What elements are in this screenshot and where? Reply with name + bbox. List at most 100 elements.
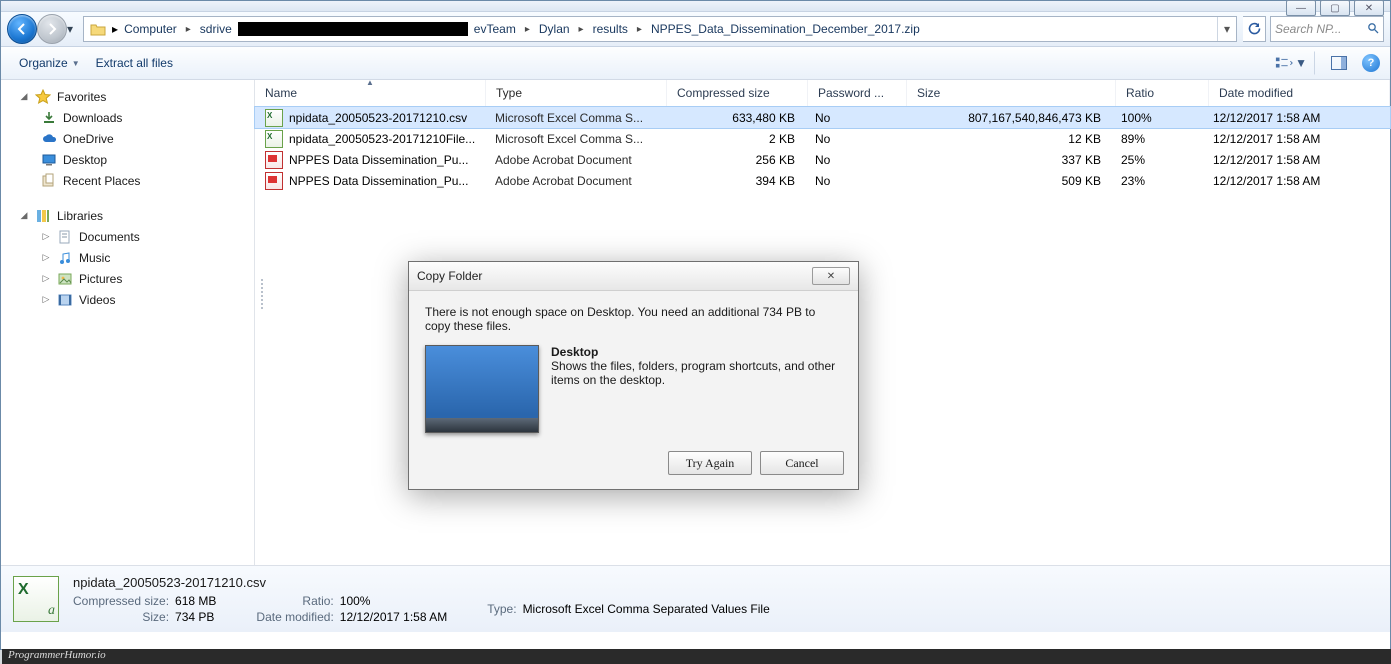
file-size: 807,167,540,846,473 KB	[903, 111, 1111, 125]
file-row[interactable]: NPPES Data Dissemination_Pu...Adobe Acro…	[255, 149, 1390, 170]
navigation-pane[interactable]: ◢ Favorites Downloads OneDrive Desktop R…	[1, 80, 255, 565]
star-icon	[35, 89, 51, 105]
nav-item-label: Recent Places	[63, 174, 140, 188]
pdf-icon	[265, 151, 283, 169]
csize-val: 618 MB	[175, 594, 216, 608]
close-button[interactable]: ✕	[1354, 0, 1384, 16]
nav-downloads[interactable]: Downloads	[1, 107, 254, 128]
desktop-icon	[41, 152, 57, 168]
dialog-titlebar[interactable]: Copy Folder ✕	[409, 262, 858, 291]
col-ratio[interactable]: Ratio	[1116, 80, 1209, 106]
file-date: 12/12/2017 1:58 AM	[1203, 111, 1383, 125]
titlebar[interactable]: — ▢ ✕	[1, 1, 1390, 12]
details-pane: npidata_20050523-20171210.csv Compressed…	[1, 565, 1390, 632]
crumb-evteam[interactable]: evTeam	[468, 17, 522, 41]
crumb-computer[interactable]: Computer	[118, 17, 183, 41]
collapse-icon[interactable]: ◢	[19, 210, 29, 221]
breadcrumb-bar[interactable]: ▸ Computer▸ sdrive evTeam▸ Dylan▸ result…	[83, 16, 1237, 42]
search-input[interactable]: Search NP...	[1270, 16, 1384, 42]
collapse-icon[interactable]: ◢	[19, 91, 29, 102]
chevron-right-icon[interactable]: ▸	[183, 24, 194, 35]
file-csize: 256 KB	[665, 153, 805, 167]
nav-onedrive[interactable]: OneDrive	[1, 128, 254, 149]
dest-name: Desktop	[551, 345, 842, 359]
csize-key: Compressed size:	[73, 594, 169, 608]
desktop-thumbnail	[425, 345, 539, 433]
expand-icon[interactable]: ▷	[41, 273, 51, 284]
nav-item-label: Documents	[79, 230, 140, 244]
nav-recent[interactable]: Recent Places	[1, 170, 254, 191]
file-size: 12 KB	[903, 132, 1111, 146]
download-icon	[41, 110, 57, 126]
pane-splitter[interactable]	[259, 79, 265, 564]
crumb-dylan[interactable]: Dylan	[533, 17, 576, 41]
address-dropdown[interactable]: ▾	[1217, 17, 1236, 41]
nav-item-label: Downloads	[63, 111, 122, 125]
organize-menu[interactable]: Organize ▼	[11, 52, 88, 74]
extract-all-button[interactable]: Extract all files	[88, 52, 181, 74]
search-placeholder: Search NP...	[1275, 22, 1341, 36]
favorites-label: Favorites	[57, 90, 106, 104]
nav-music[interactable]: ▷ Music	[1, 247, 254, 268]
chevron-right-icon[interactable]: ▸	[576, 24, 587, 35]
expand-icon[interactable]: ▷	[41, 231, 51, 242]
preview-pane-button[interactable]	[1314, 51, 1356, 75]
pdf-icon	[265, 172, 283, 190]
nav-videos[interactable]: ▷Videos	[1, 289, 254, 310]
col-csize[interactable]: Compressed size	[667, 80, 808, 106]
crumb-sdrive[interactable]: sdrive	[194, 17, 238, 41]
file-row[interactable]: NPPES Data Dissemination_Pu...Adobe Acro…	[255, 170, 1390, 191]
type-val: Microsoft Excel Comma Separated Values F…	[523, 602, 770, 616]
forward-button[interactable]	[37, 14, 67, 44]
documents-icon	[57, 229, 73, 245]
nav-item-label: Music	[79, 251, 110, 265]
ratio-val: 100%	[340, 594, 447, 608]
col-date[interactable]: Date modified	[1209, 80, 1390, 106]
expand-icon[interactable]: ▷	[41, 252, 51, 263]
favorites-group[interactable]: ◢ Favorites	[1, 86, 254, 107]
col-pw[interactable]: Password ...	[808, 80, 907, 106]
search-icon	[1367, 22, 1379, 37]
dialog-message: There is not enough space on Desktop. Yo…	[425, 305, 825, 333]
expand-icon[interactable]: ▷	[41, 294, 51, 305]
libraries-label: Libraries	[57, 209, 103, 223]
try-again-button[interactable]: Try Again	[668, 451, 752, 475]
redacted-path	[238, 22, 468, 36]
nav-documents[interactable]: ▷ Documents	[1, 226, 254, 247]
back-button[interactable]	[7, 14, 37, 44]
file-ratio: 89%	[1111, 132, 1203, 146]
col-name[interactable]: Name▲	[255, 80, 486, 106]
nav-pictures[interactable]: ▷Pictures	[1, 268, 254, 289]
col-type[interactable]: Type	[486, 80, 667, 106]
chevron-right-icon[interactable]: ▸	[522, 24, 533, 35]
crumb-results[interactable]: results	[587, 17, 634, 41]
extract-label: Extract all files	[96, 56, 173, 70]
music-icon	[57, 250, 73, 266]
libraries-group[interactable]: ◢ Libraries	[1, 205, 254, 226]
crumb-zip[interactable]: NPPES_Data_Dissemination_December_2017.z…	[645, 17, 926, 41]
excel-icon	[265, 109, 283, 127]
file-row[interactable]: npidata_20050523-20171210.csvMicrosoft E…	[255, 107, 1390, 128]
col-size[interactable]: Size	[907, 80, 1116, 106]
size-key: Size:	[73, 610, 169, 624]
folder-icon	[88, 19, 108, 39]
file-ratio: 25%	[1111, 153, 1203, 167]
history-dropdown-icon[interactable]: ▾	[67, 22, 73, 36]
dialog-title: Copy Folder	[417, 269, 482, 283]
help-button[interactable]: ?	[1362, 54, 1380, 72]
view-mode-button[interactable]: ▼	[1274, 51, 1308, 75]
minimize-button[interactable]: —	[1286, 0, 1316, 16]
nav-desktop[interactable]: Desktop	[1, 149, 254, 170]
maximize-button[interactable]: ▢	[1320, 0, 1350, 16]
file-type-icon	[13, 576, 59, 622]
watermark: ProgrammerHumor.io	[2, 649, 1391, 664]
refresh-button[interactable]	[1243, 16, 1266, 42]
dialog-close-button[interactable]: ✕	[812, 267, 850, 285]
file-csize: 2 KB	[665, 132, 805, 146]
chevron-down-icon: ▼	[1295, 56, 1307, 70]
date-val: 12/12/2017 1:58 AM	[340, 610, 447, 624]
cancel-button[interactable]: Cancel	[760, 451, 844, 475]
chevron-right-icon[interactable]: ▸	[634, 24, 645, 35]
file-size: 509 KB	[903, 174, 1111, 188]
file-row[interactable]: npidata_20050523-20171210File...Microsof…	[255, 128, 1390, 149]
